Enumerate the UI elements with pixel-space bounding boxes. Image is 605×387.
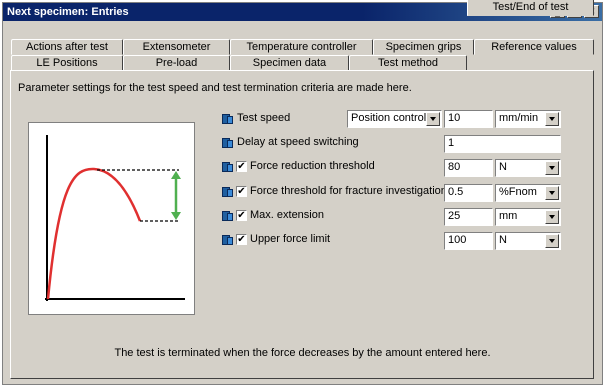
upper-force-label: Upper force limit [250,233,331,245]
parameter-icon [222,138,234,148]
window-title: Next specimen: Entries [7,6,129,18]
upper-force-input[interactable]: 100 [444,232,493,250]
force-fracture-label: Force threshold for fracture investigati… [250,185,447,197]
force-reduction-label: Force reduction threshold [250,160,375,172]
force-fracture-unit: %Fnom [499,186,537,198]
test-speed-label: Test speed [237,112,291,124]
tab-actions-after-test[interactable]: Actions after test [11,39,123,55]
tab-reference-values[interactable]: Reference values [474,39,594,55]
force-fracture-input[interactable]: 0.5 [444,184,493,202]
chevron-down-icon[interactable] [545,234,559,248]
delay-input[interactable]: 1 [444,135,561,153]
force-reduction-unit-select[interactable]: N [495,159,561,177]
parameter-icon [222,211,234,221]
upper-force-checkbox[interactable]: ✔ [236,234,247,245]
upper-force-unit: N [499,234,507,246]
force-curve-illustration [28,122,195,315]
tab-temperature-controller[interactable]: Temperature controller [230,39,373,55]
panel-description: Parameter settings for the test speed an… [18,82,412,94]
force-reduction-checkbox[interactable]: ✔ [236,161,247,172]
tab-test-end-of-test[interactable]: Test/End of test [467,0,594,16]
status-hint: The test is terminated when the force de… [114,347,491,359]
parameter-icon [222,114,234,124]
force-curve [46,167,142,300]
force-fracture-checkbox[interactable]: ✔ [236,186,247,197]
tab-pre-load[interactable]: Pre-load [123,55,230,71]
tab-specimen-grips[interactable]: Specimen grips [373,39,474,55]
max-extension-checkbox[interactable]: ✔ [236,210,247,221]
force-reduction-unit: N [499,161,507,173]
chevron-down-icon[interactable] [545,161,559,175]
chevron-down-icon[interactable] [545,186,559,200]
max-extension-input[interactable]: 25 [444,208,493,226]
parameter-icon [222,187,234,197]
max-extension-unit: mm [499,210,518,222]
parameter-icon [222,235,234,245]
tab-specimen-data[interactable]: Specimen data [230,55,349,71]
chevron-down-icon[interactable] [426,112,440,126]
test-speed-unit: mm/min [499,112,539,124]
max-extension-unit-select[interactable]: mm [495,208,561,226]
reduction-arrow-head-up [171,171,181,179]
test-speed-unit-select[interactable]: mm/min [495,110,561,128]
reduction-arrow-head-down [171,212,181,220]
tab-test-method[interactable]: Test method [349,55,467,71]
delay-label: Delay at speed switching [237,136,359,148]
chevron-down-icon[interactable] [545,112,559,126]
max-extension-label: Max. extension [250,209,324,221]
chevron-down-icon[interactable] [545,210,559,224]
upper-force-unit-select[interactable]: N [495,232,561,250]
speed-mode-select[interactable]: Position controlle [347,110,442,128]
force-fracture-unit-select[interactable]: %Fnom [495,184,561,202]
test-speed-input[interactable]: 10 [444,110,493,128]
tab-extensometer[interactable]: Extensometer [123,39,230,55]
parameter-icon [222,162,234,172]
force-reduction-input[interactable]: 80 [444,159,493,177]
tab-le-positions[interactable]: LE Positions [11,55,123,71]
speed-mode-value: Position controlle [351,112,435,124]
